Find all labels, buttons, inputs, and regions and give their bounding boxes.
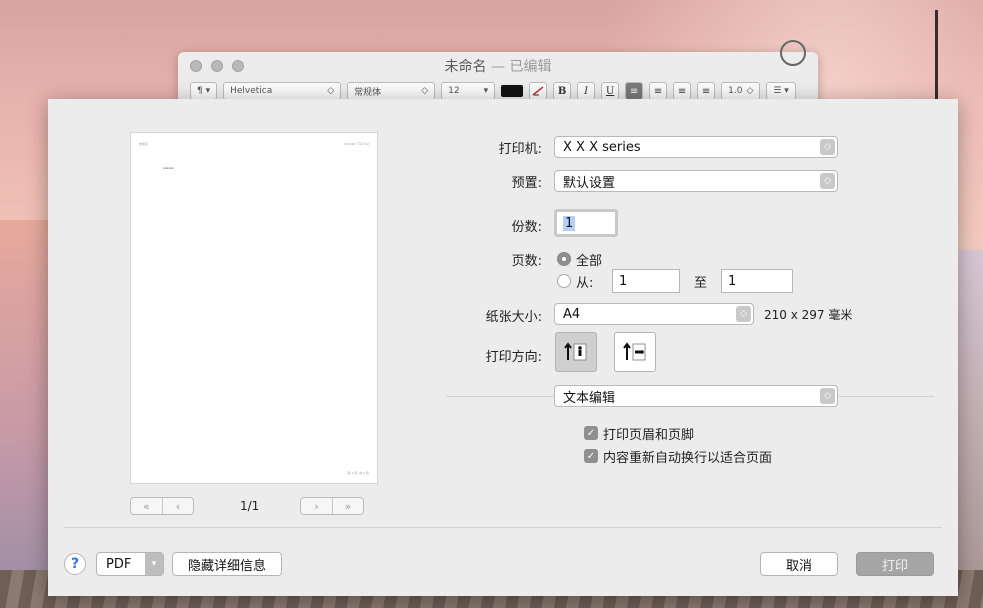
paragraph-style-menu[interactable]: ¶ ▾ [190,82,218,100]
wallpaper-circle [780,40,806,66]
printer-label: 打印机: [498,142,542,157]
preview-header-left: 未命名 [139,142,149,146]
print-button[interactable]: 打印 [856,552,934,576]
stepper-icon: ◇ [746,86,754,96]
pages-all-radio[interactable] [557,252,571,266]
align-right-button[interactable]: ≡ [673,82,692,100]
wallpaper-pole [935,10,938,100]
presets-label: 预置: [511,176,542,191]
printer-value: X X X series [563,139,641,155]
next-page-button[interactable]: › [301,498,332,514]
rewrap-checkbox[interactable]: ✓ [584,449,598,463]
font-family-value: Helvetica [230,86,273,96]
highlight-pen-icon [532,86,544,96]
pages-from-value: 1 [619,273,628,289]
paper-dimensions: 210 x 297 毫米 [764,308,853,322]
font-style-popup[interactable]: 常规体 ◇ [347,82,436,100]
stepper-icon: ◇ [421,86,429,96]
align-center-button[interactable]: ≡ [649,82,668,100]
underline-button[interactable]: U [601,82,620,100]
print-dialog: 未命名 15/2/20 下午3:02 xxxxxx 第 1 页, 共 1 页 «… [48,99,958,596]
print-header-footer-label: 打印页眉和页脚 [603,428,695,443]
rewrap-label: 内容重新自动换行以适合页面 [603,451,773,466]
stepper-icon: ◇ [736,306,751,322]
italic-button[interactable]: I [577,82,596,100]
justify-button[interactable]: ≡ [697,82,716,100]
app-options-popup[interactable]: 文本编辑 ◇ [554,385,838,407]
pages-to-field[interactable]: 1 [721,269,793,293]
portrait-orientation-button[interactable] [555,332,597,372]
stepper-icon: ◇ [820,139,835,155]
print-preview-page: 未命名 15/2/20 下午3:02 xxxxxx 第 1 页, 共 1 页 [130,132,378,484]
pages-from-field[interactable]: 1 [612,269,680,293]
preview-body-text: xxxxxx [163,166,174,170]
align-right-icon: ≡ [677,85,687,97]
copies-label: 份数: [511,220,542,235]
orientation-label: 打印方向: [485,350,542,365]
portrait-person-icon [564,342,587,361]
previous-page-button[interactable]: ‹ [162,498,193,514]
pager-back-group: « ‹ [130,497,194,515]
last-page-button[interactable]: » [332,498,363,514]
line-spacing-value: 1.0 [728,86,743,96]
pages-to-label: 至 [694,276,708,291]
stepper-icon: ◇ [820,173,835,189]
presets-popup[interactable]: 默认设置 ◇ [554,170,838,192]
justify-icon: ≡ [701,85,711,97]
copies-value: 1 [563,215,576,231]
help-button[interactable]: ? [64,553,86,575]
text-color-well[interactable] [501,85,524,97]
font-style-value: 常规体 [354,87,382,98]
paper-size-popup[interactable]: A4 ◇ [554,303,754,325]
stepper-icon: ◇ [820,388,835,404]
pdf-menu-button[interactable]: PDF ▾ [96,552,164,576]
pages-label: 页数: [511,254,542,269]
font-family-popup[interactable]: Helvetica ◇ [223,82,342,100]
bold-button[interactable]: B [553,82,572,100]
pages-from-label: 从: [576,276,594,291]
cancel-button[interactable]: 取消 [760,552,838,576]
stepper-icon: ◇ [327,86,335,96]
window-title: 未命名 — 已编辑 [178,56,818,76]
presets-value: 默认设置 [563,175,616,191]
preview-pager: « ‹ 1/1 › » [130,497,378,515]
title-separator: — [486,59,510,75]
font-size-value: 12 [448,86,460,96]
chevron-down-icon: ▾ [483,86,489,96]
highlight-color-button[interactable] [529,82,548,100]
pager-forward-group: › » [300,497,364,515]
checkmark-icon: ✓ [586,450,596,462]
hide-details-button[interactable]: 隐藏详细信息 [172,552,282,576]
pages-range-radio[interactable] [557,274,571,288]
printer-popup[interactable]: X X X series ◇ [554,136,838,158]
preview-header-right: 15/2/20 下午3:02 [343,142,369,146]
page-count: 1/1 [240,499,260,513]
list-style-menu[interactable]: ☰ ▾ [766,82,796,100]
align-left-icon: ≡ [629,85,639,97]
app-options-value: 文本编辑 [563,390,616,406]
chevron-down-icon: ▾ [145,553,163,575]
copies-field[interactable]: 1 [557,212,615,234]
paper-size-label: 纸张大小: [485,310,542,325]
edited-status: 已编辑 [509,59,552,75]
footer-separator [64,527,942,528]
print-header-footer-checkbox[interactable]: ✓ [584,426,598,440]
align-left-button[interactable]: ≡ [625,82,644,100]
format-toolbar: ¶ ▾ Helvetica ◇ 常规体 ◇ 12 ▾ B I U ≡ ≡ ≡ ≡… [190,82,796,100]
landscape-person-icon [623,342,646,361]
copies-focus-ring: 1 [554,209,618,237]
align-center-icon: ≡ [653,85,663,97]
first-page-button[interactable]: « [131,498,162,514]
pages-all-label: 全部 [576,254,603,269]
line-spacing-popup[interactable]: 1.0 ◇ [721,82,761,100]
landscape-orientation-button[interactable] [614,332,656,372]
paper-size-value: A4 [563,306,581,322]
font-size-combo[interactable]: 12 ▾ [441,82,496,100]
preview-footer: 第 1 页, 共 1 页 [347,471,369,475]
document-name: 未命名 [444,59,487,75]
checkmark-icon: ✓ [586,427,596,439]
pdf-label: PDF [106,556,132,572]
pages-to-value: 1 [728,273,737,289]
